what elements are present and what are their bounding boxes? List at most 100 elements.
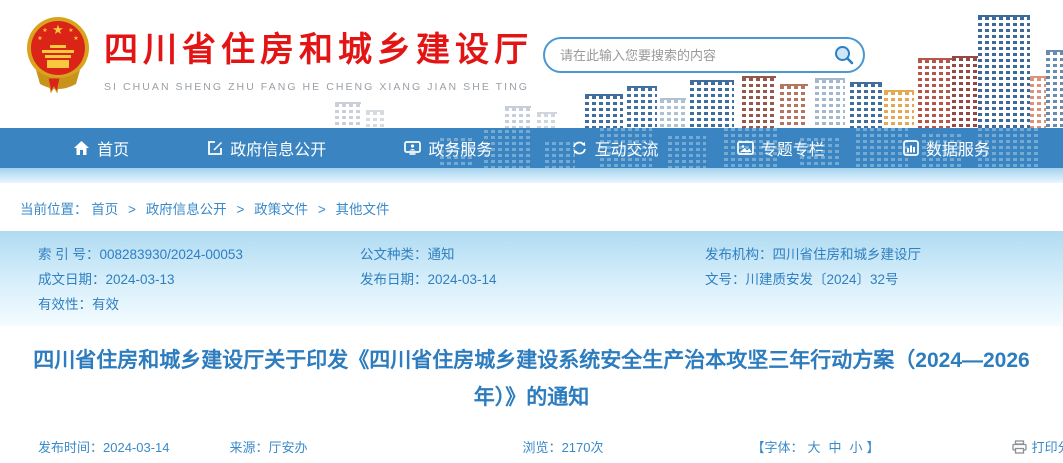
- nav-item-services[interactable]: 政务服务: [404, 136, 492, 160]
- svg-text:★: ★: [73, 35, 78, 42]
- site-title: 四川省住房和城乡建设厅: [104, 22, 533, 71]
- building-decor: [505, 106, 531, 128]
- print-label: 打印: [1032, 437, 1058, 456]
- field-label: 文号：: [705, 272, 746, 287]
- field-value: 2024-03-13: [106, 272, 175, 287]
- print-button[interactable]: 打印: [1012, 437, 1058, 456]
- breadcrumb: 当前位置： 首页 > 政府信息公开 > 政策文件 > 其他文件: [0, 183, 1063, 231]
- breadcrumb-separator: >: [236, 202, 244, 217]
- field-value: 2024-03-14: [428, 272, 497, 287]
- doc-index-number: 索 引 号：008283930/2024-00053: [38, 242, 360, 267]
- svg-text:★: ★: [52, 22, 64, 37]
- field-label: 发布日期：: [360, 272, 428, 287]
- nav-item-special-topics[interactable]: 专题专栏: [737, 136, 825, 160]
- building-decor: [815, 78, 845, 128]
- building-decor: [978, 15, 1030, 128]
- search-box: [543, 37, 865, 73]
- building-decor: [742, 76, 776, 128]
- building-decor: [856, 128, 908, 168]
- building-decor: [1046, 50, 1063, 128]
- doc-written-date: 成文日期：2024-03-13: [38, 267, 360, 292]
- svg-text:★: ★: [42, 27, 47, 34]
- nav-item-label: 政务服务: [428, 136, 492, 160]
- breadcrumb-link-other-docs[interactable]: 其他文件: [336, 202, 390, 217]
- building-decor: [668, 136, 706, 168]
- site-subtitle: SI CHUAN SHENG ZHU FANG HE CHENG XIANG J…: [104, 81, 533, 93]
- building-decor: [690, 80, 734, 128]
- home-icon: [73, 140, 90, 156]
- field-label: 成文日期：: [38, 272, 106, 287]
- page: ★ ★ ★ ★ ★ 四川省住房和城乡建设厅 SI CHUAN SHENG ZHU…: [0, 0, 1063, 463]
- svg-text:★: ★: [68, 27, 73, 34]
- building-decor: [660, 98, 686, 128]
- field-value: 有效: [92, 297, 119, 312]
- main-nav: 首页 政府信息公开 政务服务 互动交流: [0, 128, 1063, 168]
- field-value: 008283930/2024-00053: [100, 247, 243, 262]
- national-emblem-logo: ★ ★ ★ ★ ★: [26, 12, 90, 96]
- font-size-control: 【字体： 大中小】: [751, 437, 879, 456]
- edit-square-icon: [207, 140, 223, 156]
- building-decor: [627, 86, 657, 128]
- doc-type: 公文种类：通知: [360, 242, 705, 267]
- article-meta-bar: 发布时间：2024-03-14 来源：厅安办 浏览：2170次 【字体：大中小】…: [0, 428, 1063, 463]
- nav-item-home[interactable]: 首页: [73, 136, 129, 160]
- views-label: 浏览：: [523, 440, 562, 455]
- publish-time: 发布时间：2024-03-14: [38, 437, 170, 456]
- site-logo-block: ★ ★ ★ ★ ★ 四川省住房和城乡建设厅 SI CHUAN SHENG ZHU…: [26, 12, 533, 96]
- breadcrumb-separator: >: [128, 202, 136, 217]
- breadcrumb-link-policy-docs[interactable]: 政策文件: [254, 202, 308, 217]
- breadcrumb-prefix: 当前位置：: [20, 202, 88, 217]
- doc-number: 文号：川建质安发〔2024〕32号: [705, 267, 1053, 292]
- building-decor: [952, 56, 978, 128]
- nav-item-label: 数据服务: [926, 136, 990, 160]
- font-label-close: 】: [867, 440, 880, 455]
- bar-chart-icon: [903, 140, 919, 156]
- view-count: 浏览：2170次: [523, 437, 604, 456]
- building-decor: [884, 90, 914, 128]
- doc-publish-date: 发布日期：2024-03-14: [360, 267, 705, 292]
- building-decor: [537, 112, 557, 128]
- search-icon: [833, 44, 855, 66]
- monitor-icon: [404, 140, 421, 156]
- publish-time-label: 发布时间：: [38, 440, 103, 455]
- field-label: 索 引 号：: [38, 247, 100, 262]
- nav-item-label: 专题专栏: [761, 136, 825, 160]
- search-input[interactable]: [545, 48, 833, 63]
- font-size-medium[interactable]: 中: [829, 440, 842, 455]
- field-label: 有效性：: [38, 297, 92, 312]
- nav-item-label: 政府信息公开: [230, 136, 326, 160]
- building-decor: [585, 94, 623, 128]
- font-size-small[interactable]: 小: [850, 440, 863, 455]
- building-decor: [780, 84, 808, 128]
- share-link[interactable]: 分享到:: [1058, 437, 1063, 456]
- doc-validity: 有效性：有效: [38, 292, 360, 317]
- field-value: 川建质安发〔2024〕32号: [746, 272, 899, 287]
- article-title: 四川省住房和城乡建设厅关于印发《四川省住房城乡建设系统安全生产治本攻坚三年行动方…: [0, 326, 1063, 428]
- nav-item-data-services[interactable]: 数据服务: [903, 136, 990, 160]
- field-value: 通知: [428, 247, 455, 262]
- printer-icon: [1012, 440, 1027, 454]
- breadcrumb-link-home[interactable]: 首页: [91, 202, 118, 217]
- document-info-panel: 索 引 号：008283930/2024-00053 公文种类：通知 发布机构：…: [0, 231, 1063, 326]
- source-value: 厅安办: [269, 440, 308, 455]
- gallery-icon: [737, 140, 754, 156]
- breadcrumb-separator: >: [318, 202, 326, 217]
- publish-time-value: 2024-03-14: [103, 440, 170, 455]
- sky-strip-decor: [0, 168, 1063, 183]
- field-value: 四川省住房和城乡建设厅: [773, 247, 922, 262]
- building-decor: [335, 102, 361, 128]
- font-size-large[interactable]: 大: [808, 440, 821, 455]
- breadcrumb-link-gov-info[interactable]: 政府信息公开: [146, 202, 227, 217]
- font-label-open: 【字体：: [751, 440, 803, 455]
- building-decor: [918, 58, 952, 128]
- search-button[interactable]: [833, 44, 855, 66]
- nav-item-gov-info[interactable]: 政府信息公开: [207, 136, 326, 160]
- doc-issuing-agency: 发布机构：四川省住房和城乡建设厅: [705, 242, 1053, 267]
- exchange-arrows-icon: [571, 140, 588, 156]
- nav-item-interaction[interactable]: 互动交流: [571, 136, 659, 160]
- views-value: 2170次: [562, 440, 604, 455]
- svg-text:★: ★: [37, 35, 42, 42]
- site-header: ★ ★ ★ ★ ★ 四川省住房和城乡建设厅 SI CHUAN SHENG ZHU…: [0, 0, 1063, 128]
- nav-item-label: 互动交流: [595, 136, 659, 160]
- field-label: 发布机构：: [705, 247, 773, 262]
